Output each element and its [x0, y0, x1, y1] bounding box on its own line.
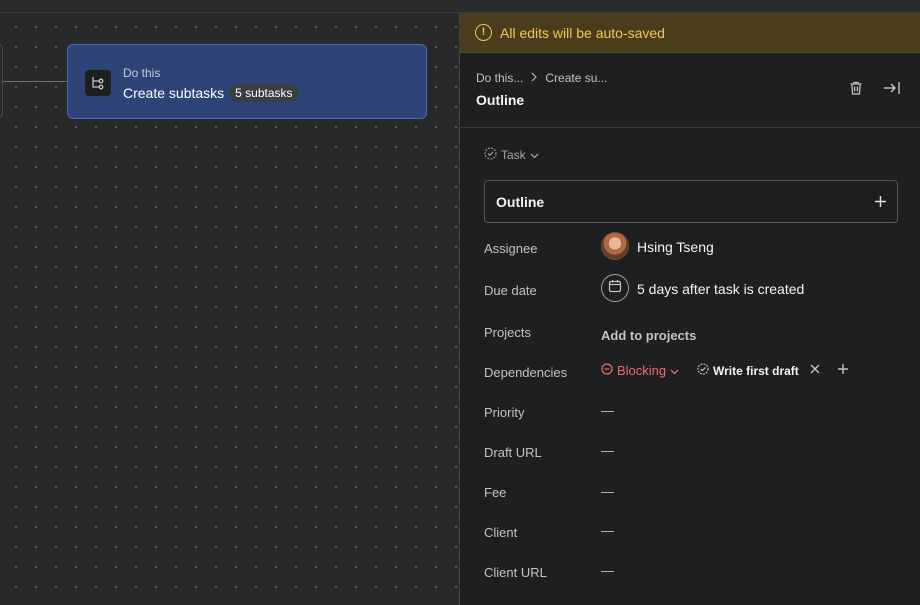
client-url-label: Client URL — [484, 565, 547, 580]
add-dependency-button[interactable] — [836, 362, 850, 376]
subtask-count-badge: 5 subtasks — [229, 84, 299, 102]
dependencies-label: Dependencies — [484, 365, 568, 380]
due-date-value[interactable]: 5 days after task is created — [637, 281, 804, 297]
blocked-icon — [601, 363, 613, 378]
client-value[interactable]: — — [601, 523, 614, 538]
chevron-down-icon — [670, 363, 679, 378]
node-title: Create subtasks 5 subtasks — [123, 84, 299, 102]
rule-canvas[interactable]: Do this Create subtasks 5 subtasks — [0, 13, 459, 605]
dependency-type-label: Blocking — [617, 363, 667, 378]
plus-icon — [838, 364, 848, 374]
warning-icon: ! — [475, 24, 492, 41]
node-connector — [3, 81, 67, 82]
projects-label: Projects — [484, 325, 531, 340]
remove-dependency-button[interactable] — [808, 362, 822, 376]
chevron-down-icon — [530, 148, 539, 162]
assignee-value[interactable]: Hsing Tseng — [637, 239, 714, 255]
breadcrumb-item-action[interactable]: Create su... — [545, 71, 607, 85]
draft-url-label: Draft URL — [484, 445, 542, 460]
node-title-text: Create subtasks — [123, 85, 225, 101]
page-title: Outline — [476, 92, 525, 108]
task-name-field[interactable]: Outline — [484, 180, 898, 223]
plus-icon — [874, 195, 886, 207]
node-kicker: Do this — [123, 66, 161, 80]
task-type-label: Task — [501, 148, 526, 162]
delete-button[interactable] — [845, 79, 867, 101]
chevron-right-icon — [530, 71, 538, 85]
close-panel-button[interactable] — [881, 79, 903, 101]
add-to-projects-button[interactable]: Add to projects — [601, 328, 696, 343]
action-node-create-subtasks[interactable]: Do this Create subtasks 5 subtasks — [67, 44, 427, 119]
fee-value[interactable]: — — [601, 484, 614, 499]
task-name-value: Outline — [496, 194, 545, 210]
task-type-dropdown[interactable]: Task — [484, 147, 539, 163]
draft-url-value[interactable]: — — [601, 443, 614, 458]
client-url-value[interactable]: — — [601, 563, 614, 578]
check-circle-icon — [484, 147, 497, 163]
dependency-type-dropdown[interactable]: Blocking — [601, 363, 679, 378]
add-subtask-button[interactable] — [871, 192, 889, 210]
top-bar — [0, 0, 920, 13]
check-circle-icon — [697, 363, 709, 378]
autosave-banner: ! All edits will be auto-saved — [460, 13, 920, 53]
breadcrumb: Do this... Create su... — [476, 71, 607, 85]
due-date-button[interactable] — [601, 274, 629, 302]
fee-label: Fee — [484, 485, 507, 500]
breadcrumb-item-rule[interactable]: Do this... — [476, 71, 523, 85]
subtasks-icon — [85, 70, 111, 96]
trash-icon — [848, 80, 864, 101]
panel-header: Do this... Create su... Outline — [460, 53, 920, 128]
calendar-icon — [608, 279, 622, 298]
priority-label: Priority — [484, 405, 525, 420]
dependency-task-name: Write first draft — [713, 363, 799, 378]
priority-value[interactable]: — — [601, 403, 614, 418]
dependency-task-chip[interactable]: Write first draft — [697, 363, 799, 378]
assignee-label: Assignee — [484, 241, 538, 256]
due-date-label: Due date — [484, 283, 537, 298]
client-label: Client — [484, 525, 518, 540]
collapse-panel-icon — [883, 80, 901, 101]
task-details-panel: ! All edits will be auto-saved Do this..… — [460, 13, 920, 605]
close-icon — [810, 364, 820, 374]
avatar[interactable] — [601, 232, 629, 260]
autosave-text: All edits will be auto-saved — [500, 24, 665, 41]
